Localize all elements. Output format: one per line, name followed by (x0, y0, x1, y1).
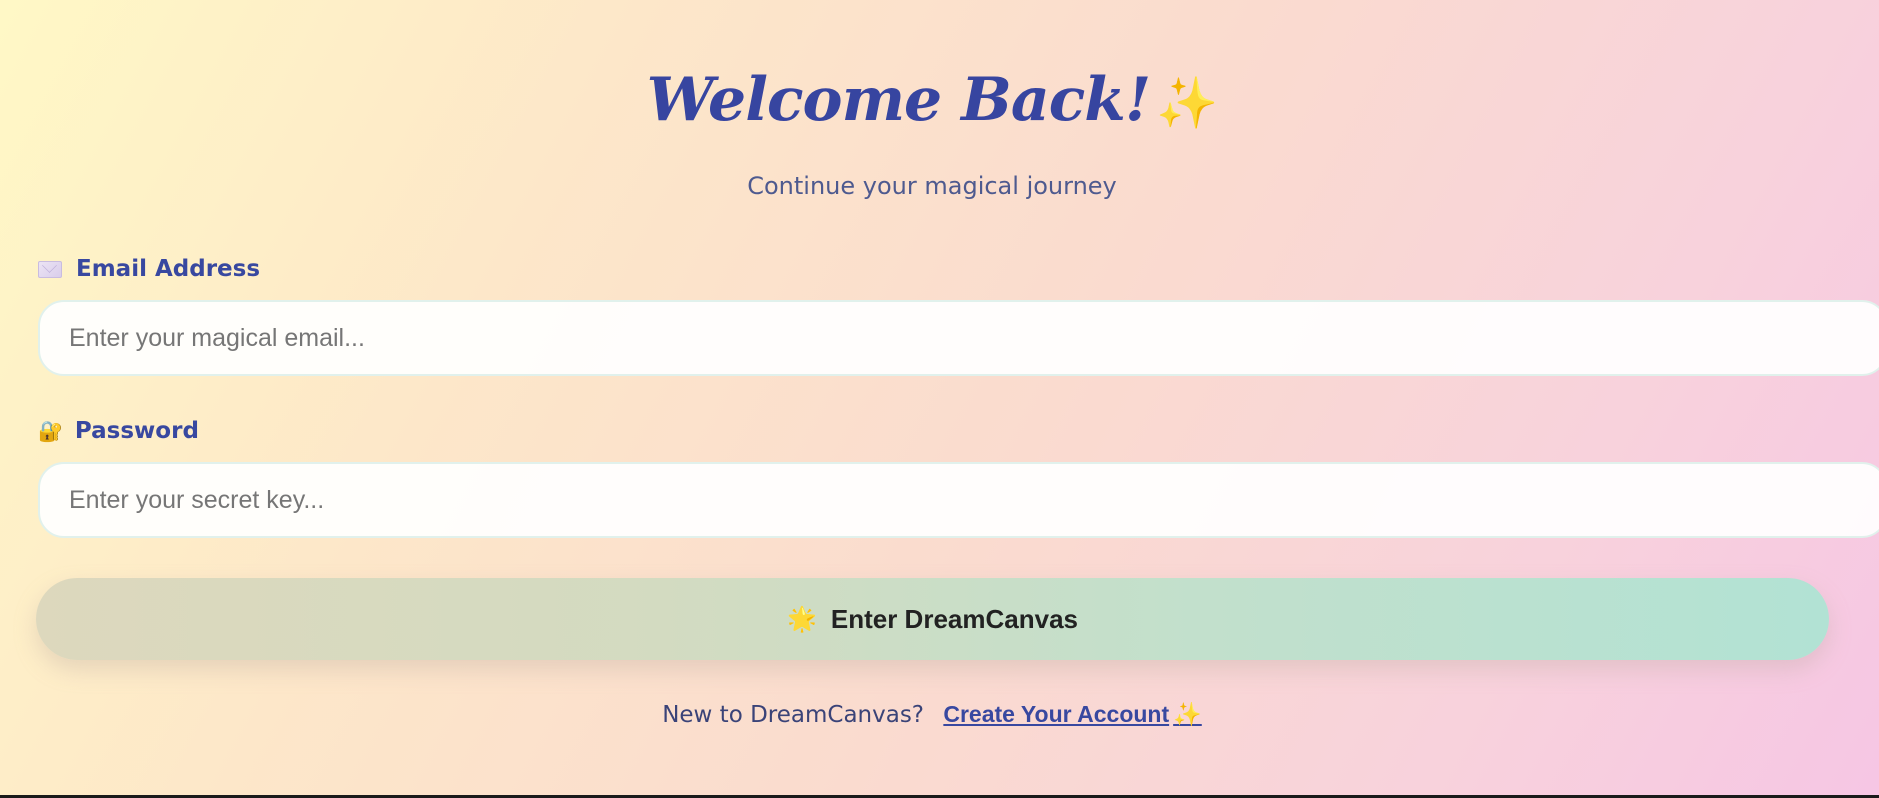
lock-icon: 🔐 (38, 419, 63, 443)
enter-button-label: Enter DreamCanvas (830, 603, 1078, 634)
page-subtitle: Continue your magical journey (747, 172, 1117, 200)
email-label: Email Address (38, 256, 260, 282)
sparkles-icon: ✨ (1156, 73, 1218, 132)
email-label-text: Email Address (76, 256, 261, 282)
email-field[interactable] (38, 300, 1879, 376)
envelope-icon (38, 260, 62, 278)
password-field[interactable] (38, 462, 1879, 538)
page-title: Welcome Back! ✨ (0, 58, 1864, 145)
create-account-link-text: Create Your Account (943, 701, 1170, 727)
page-title-text: Welcome Back! (646, 65, 1152, 135)
star-icon: 🌟 (786, 605, 817, 633)
password-label: 🔐 Password (38, 418, 199, 444)
create-account-link[interactable]: Create Your Account ✨ (943, 701, 1201, 727)
password-label-text: Password (74, 418, 199, 444)
signup-prompt-text: New to DreamCanvas? (662, 702, 925, 728)
login-page: Welcome Back! ✨ Continue your magical jou… (0, 0, 1879, 798)
signup-prompt: New to DreamCanvas? Create Your Account ✨ (0, 701, 1864, 728)
enter-dreamcanvas-button[interactable]: 🌟 Enter DreamCanvas (36, 578, 1829, 660)
sparkles-icon: ✨ (1173, 701, 1202, 727)
